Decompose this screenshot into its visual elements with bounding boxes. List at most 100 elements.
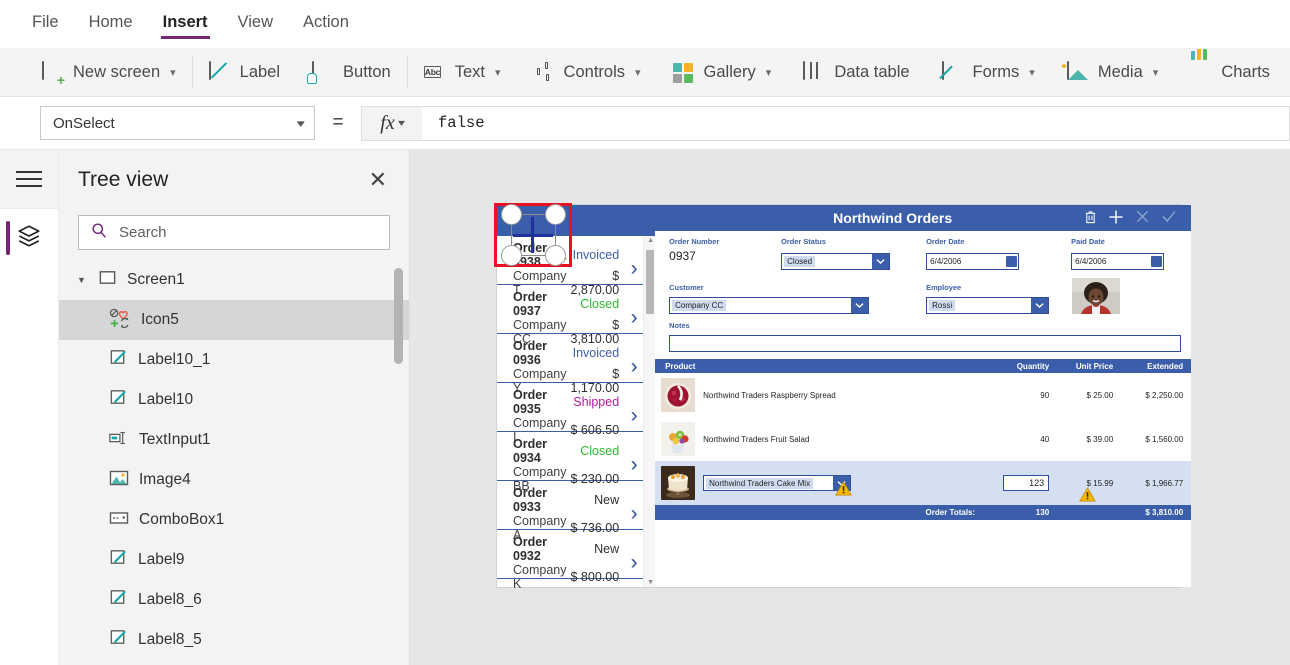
ribbon-label[interactable]: Label <box>193 49 296 97</box>
search-input[interactable]: Search <box>78 215 390 250</box>
table-row[interactable]: Northwind Traders Fruit Salad 40 $ 39.00… <box>655 417 1191 461</box>
studio-body: Tree view ✕ Search ▼ <box>0 150 1290 665</box>
table-row[interactable]: Northwind Traders Raspberry Spread 90 $ … <box>655 373 1191 417</box>
scroll-up-arrow-icon[interactable]: ▲ <box>647 237 654 244</box>
ribbon-label-label: Label <box>240 63 280 82</box>
menu-item-view[interactable]: View <box>236 10 275 39</box>
rail-item-tree-view[interactable] <box>0 209 58 267</box>
order-status-dropdown[interactable]: Closed <box>781 253 890 270</box>
scroll-down-arrow-icon[interactable]: ▼ <box>647 579 654 586</box>
tree-node-label10[interactable]: Label10 <box>59 380 409 420</box>
product-unit-price-cell: $ 15.99 <box>1049 479 1113 488</box>
chevron-right-icon[interactable]: › <box>623 404 645 428</box>
insert-ribbon: + New screen ▾ Label Button Abc Text ▾ C… <box>0 49 1290 97</box>
chevron-right-icon[interactable]: › <box>623 257 645 281</box>
chevron-right-icon[interactable]: › <box>623 551 645 575</box>
quantity-input[interactable]: 123 <box>1003 475 1049 491</box>
chevron-right-icon[interactable]: › <box>623 306 645 330</box>
product-dropdown[interactable]: Northwind Traders Cake Mix <box>703 475 851 491</box>
gallery-icon <box>673 62 695 84</box>
menu-item-home[interactable]: Home <box>87 10 135 39</box>
move-crosshair-cursor[interactable] <box>513 217 553 253</box>
paid-date-picker[interactable]: 6/4/2006 <box>1071 253 1164 270</box>
chevron-down-icon[interactable] <box>1031 298 1048 313</box>
chevron-down-icon[interactable] <box>872 254 889 269</box>
order-totals-quantity: 130 <box>981 508 1049 517</box>
product-unit-price: $ 39.00 <box>1049 435 1113 444</box>
calendar-icon[interactable] <box>1151 256 1162 267</box>
tree-scrollbar-thumb[interactable] <box>394 268 403 364</box>
ribbon-media[interactable]: Media ▾ <box>1051 49 1174 97</box>
hamburger-button[interactable] <box>0 150 58 209</box>
field-order-status: Order Status Closed <box>781 237 926 270</box>
gallery-scrollbar[interactable]: ▲ ▼ <box>643 236 655 587</box>
gallery-item[interactable]: Order 0934 Closed › Company BB $ 230.00 <box>497 432 655 481</box>
column-header-product: Product <box>665 362 981 371</box>
order-date-value: 6/4/2006 <box>927 257 961 266</box>
order-number: Order 0932 <box>513 535 567 563</box>
ribbon-data-table[interactable]: Data table <box>787 49 925 97</box>
tree-node-textinput1[interactable]: TextInput1 <box>59 420 409 460</box>
order-status: Invoiced <box>571 346 620 360</box>
customer-value: Company CC <box>672 300 726 311</box>
tree-scrollbar[interactable] <box>394 268 403 364</box>
notes-input[interactable] <box>669 335 1181 352</box>
property-select[interactable]: OnSelect ▾ <box>40 106 315 140</box>
close-icon[interactable]: ✕ <box>369 169 387 191</box>
expand-triangle-icon[interactable]: ▼ <box>77 275 88 285</box>
tree-node-label8-6[interactable]: Label8_6 <box>59 580 409 620</box>
customer-dropdown[interactable]: Company CC <box>669 297 869 314</box>
data-table-icon <box>803 62 825 84</box>
fruit-salad-thumbnail <box>661 422 695 456</box>
order-amount: $ 3,810.00 <box>571 318 620 346</box>
field-order-number: Order Number 0937 <box>669 237 781 270</box>
ribbon-new-screen[interactable]: + New screen ▾ <box>26 49 192 97</box>
confirm-icon[interactable] <box>1161 209 1177 227</box>
order-date-picker[interactable]: 6/4/2006 <box>926 253 1019 270</box>
tree-node-label10-1[interactable]: Label10_1 <box>59 340 409 380</box>
tree-node-combobox1[interactable]: ComboBox1 <box>59 500 409 540</box>
order-form: Order Number 0937 Order Status Closed <box>655 231 1191 352</box>
warning-icon <box>1079 487 1096 504</box>
equals-sign: = <box>315 112 361 134</box>
ribbon-controls[interactable]: Controls ▾ <box>517 49 657 97</box>
menu-item-action[interactable]: Action <box>301 10 351 39</box>
field-label: Employee <box>926 283 1066 292</box>
table-row-editing[interactable]: Northwind Traders Cake Mix 123 <box>655 461 1191 505</box>
fx-button[interactable]: fx ▾ <box>361 106 422 141</box>
calendar-icon[interactable] <box>1006 256 1017 267</box>
chevron-right-icon[interactable]: › <box>623 453 645 477</box>
order-totals-row: Order Totals: 130 $ 3,810.00 <box>655 505 1191 520</box>
app-title: Northwind Orders <box>655 210 1084 226</box>
formula-input[interactable]: false <box>422 106 1290 141</box>
tree-node-label: Label8_5 <box>138 631 202 649</box>
tree-node-label8-5[interactable]: Label8_5 <box>59 620 409 660</box>
tree-node-label: Label10 <box>138 391 193 409</box>
chevron-right-icon[interactable]: › <box>623 502 645 526</box>
ribbon-button[interactable]: Button <box>296 49 407 97</box>
gallery-item[interactable]: Order 0932 New › Company K $ 800.00 <box>497 530 655 579</box>
tree-node-image4[interactable]: Image4 <box>59 460 409 500</box>
tree-node-list: ▼ Screen1 <box>59 260 409 665</box>
cancel-icon[interactable] <box>1135 209 1150 227</box>
delete-icon[interactable] <box>1084 210 1097 227</box>
menu-item-file[interactable]: File <box>30 10 61 39</box>
tree-node-label9[interactable]: Label9 <box>59 540 409 580</box>
ribbon-gallery[interactable]: Gallery ▾ <box>657 49 788 97</box>
chevron-right-icon[interactable]: › <box>623 355 645 379</box>
product-extended: $ 1,966.77 <box>1113 479 1183 488</box>
tree-node-icon5[interactable]: Icon5 <box>59 300 409 340</box>
search-placeholder: Search <box>119 224 167 241</box>
gallery-item[interactable]: Order 0933 New › Company A $ 736.00 <box>497 481 655 530</box>
order-amount: $ 2,870.00 <box>571 269 620 297</box>
chevron-down-icon[interactable] <box>851 298 868 313</box>
menu-item-insert[interactable]: Insert <box>161 10 210 39</box>
employee-dropdown[interactable]: Rossi <box>926 297 1049 314</box>
tree-node-screen1[interactable]: ▼ Screen1 <box>59 260 409 300</box>
ribbon-text[interactable]: Abc Text ▾ <box>408 49 517 97</box>
gallery-scrollbar-thumb[interactable] <box>646 250 654 314</box>
ribbon-charts[interactable]: Charts <box>1174 49 1286 97</box>
icon-control-icon <box>109 308 131 333</box>
ribbon-forms[interactable]: Forms ▾ <box>926 49 1051 97</box>
add-icon[interactable] <box>1108 209 1124 228</box>
